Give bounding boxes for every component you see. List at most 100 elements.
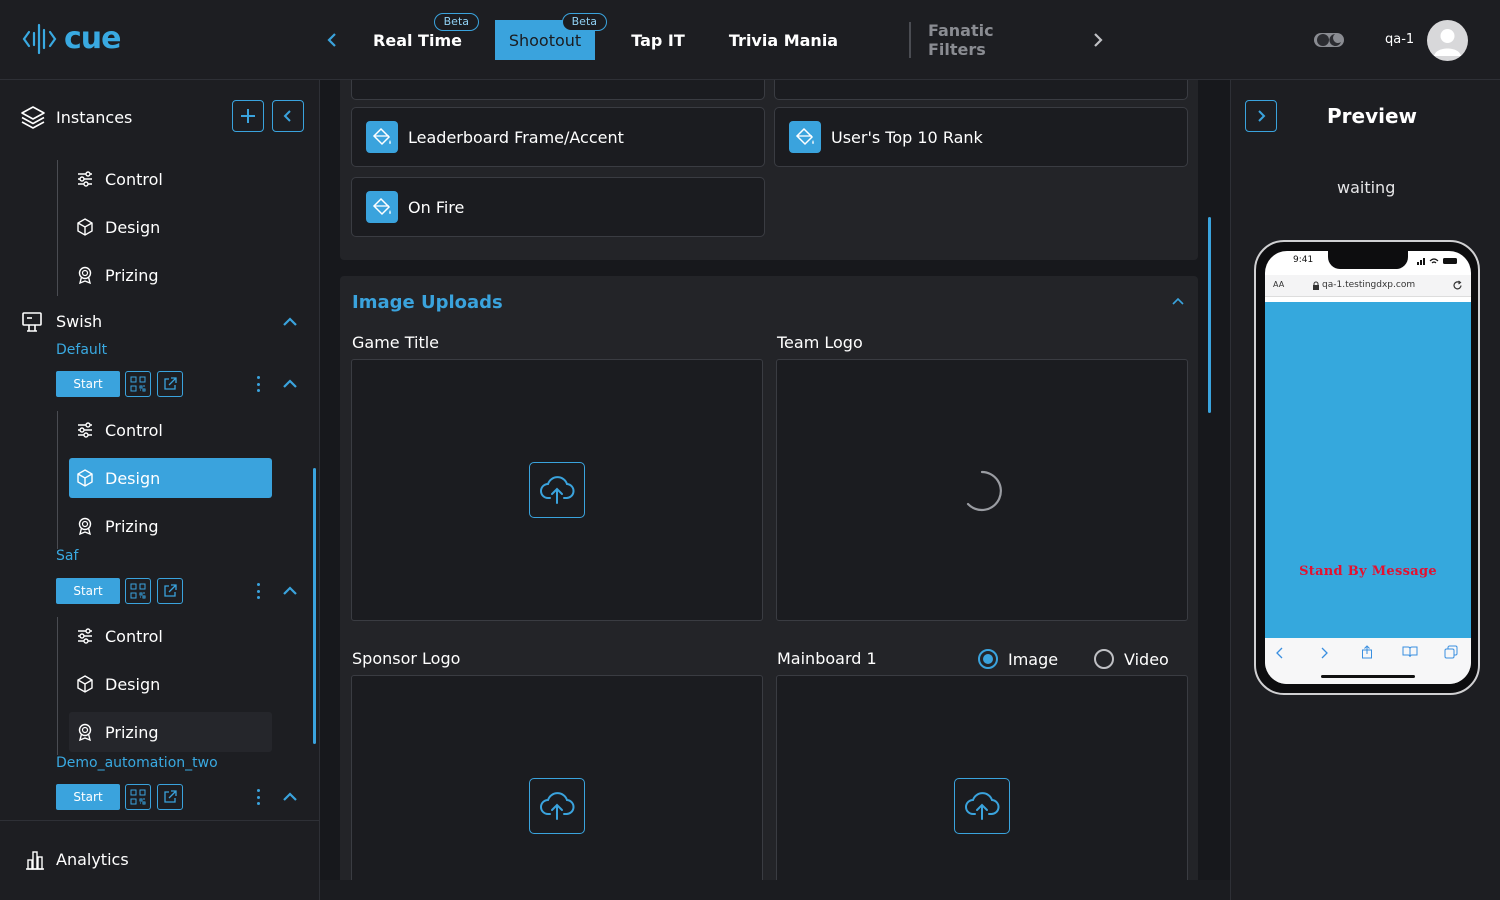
sidebar-item-prizing[interactable]: Prizing — [69, 712, 272, 752]
game-title-dropzone[interactable] — [351, 359, 763, 621]
radio-button-selected[interactable] — [978, 649, 998, 669]
cloud-upload-icon — [540, 476, 575, 504]
user-icon — [1434, 29, 1461, 56]
tab-real-time[interactable]: Real Time Beta — [370, 13, 479, 60]
more-options-button[interactable] — [252, 581, 264, 601]
game-swish[interactable]: Swish — [56, 312, 102, 331]
theme-toggle-icon — [1314, 33, 1344, 47]
sidebar-item-design[interactable]: Design — [69, 207, 272, 247]
collapse-sidebar-button[interactable] — [272, 100, 304, 132]
preview-status: waiting — [1337, 178, 1396, 197]
tab-fanatic-filters[interactable]: Fanatic Filters — [928, 20, 1056, 60]
team-logo-dropzone[interactable] — [776, 359, 1188, 621]
sidebar-item-control[interactable]: Control — [69, 410, 272, 450]
theme-toggle[interactable] — [1313, 30, 1345, 50]
asset-card-user-top-10[interactable]: User's Top 10 Rank — [774, 107, 1188, 167]
tabs-next-button[interactable] — [1086, 28, 1110, 52]
home-indicator — [1321, 675, 1415, 678]
add-instance-button[interactable] — [232, 100, 264, 132]
image-uploads-panel: Image Uploads Game Title Team Logo Spons… — [340, 276, 1198, 880]
chevron-up-icon[interactable] — [1170, 294, 1186, 310]
monitor-icon — [22, 312, 42, 332]
sidebar-item-design[interactable]: Design — [69, 458, 272, 498]
radio-image[interactable]: Image — [978, 649, 1058, 669]
field-label: Sponsor Logo — [352, 649, 461, 668]
external-link-icon — [164, 790, 177, 803]
asset-card-leaderboard-frame[interactable]: Leaderboard Frame/Accent — [351, 107, 765, 167]
forward-icon — [1321, 647, 1328, 659]
share-icon — [1362, 645, 1372, 659]
sidebar-scrollbar[interactable] — [313, 468, 316, 744]
tab-tap-it[interactable]: Tap IT — [625, 20, 691, 60]
chevron-left-icon — [327, 33, 336, 47]
sidebar-item-design[interactable]: Design — [69, 664, 272, 704]
beta-badge: Beta — [561, 13, 607, 31]
chevron-up-icon[interactable] — [281, 582, 299, 600]
cloud-upload-icon — [965, 792, 1000, 820]
upload-button[interactable] — [529, 462, 585, 518]
more-options-button[interactable] — [252, 787, 264, 807]
radio-button[interactable] — [1094, 649, 1114, 669]
instance-name-default[interactable]: Default — [56, 342, 107, 358]
instance-name-demo[interactable]: Demo_automation_two — [56, 755, 218, 771]
upload-button[interactable] — [954, 778, 1010, 834]
open-link-button[interactable] — [157, 784, 183, 810]
award-icon — [78, 266, 92, 285]
analytics-label: Analytics — [56, 850, 129, 869]
qr-code-button[interactable] — [125, 578, 151, 604]
sliders-icon — [78, 628, 92, 644]
start-button[interactable]: Start — [56, 784, 120, 810]
award-icon — [78, 517, 92, 536]
username-label[interactable]: qa-1 — [1385, 32, 1414, 47]
instance-name-saf[interactable]: Saf — [56, 548, 78, 564]
paint-bucket-icon — [372, 127, 391, 146]
design-cube-icon — [77, 469, 93, 487]
tab-shootout[interactable]: Shootout Beta — [495, 13, 607, 60]
avatar[interactable] — [1427, 20, 1468, 61]
sidebar-item-control[interactable]: Control — [69, 159, 272, 199]
start-button[interactable]: Start — [56, 578, 120, 604]
award-icon — [78, 723, 92, 742]
stand-by-message: Stand By Message — [1299, 564, 1437, 579]
sidebar-item-prizing[interactable]: Prizing — [69, 255, 272, 295]
chevron-up-icon[interactable] — [281, 313, 299, 331]
signal-wifi-battery-icon — [1417, 258, 1457, 265]
cue-logo[interactable]: cue — [22, 22, 121, 56]
sidebar-item-control[interactable]: Control — [69, 616, 272, 656]
bookmarks-icon — [1402, 646, 1418, 658]
chevron-up-icon[interactable] — [281, 788, 299, 806]
paint-bucket-icon — [372, 197, 391, 216]
asset-card-hidden[interactable] — [351, 80, 765, 100]
open-link-button[interactable] — [157, 371, 183, 397]
start-button[interactable]: Start — [56, 371, 120, 397]
text-size-label: AA — [1273, 280, 1285, 289]
section-title: Image Uploads — [352, 292, 503, 313]
asset-card-hidden[interactable] — [774, 80, 1188, 100]
qr-code-button[interactable] — [125, 371, 151, 397]
radio-video[interactable]: Video — [1094, 649, 1169, 669]
sponsor-logo-dropzone[interactable] — [351, 675, 763, 880]
expand-preview-button[interactable] — [1245, 100, 1277, 132]
open-link-button[interactable] — [157, 578, 183, 604]
loading-spinner-icon — [966, 470, 1002, 512]
tabs-prev-button[interactable] — [320, 28, 344, 52]
field-label: Game Title — [352, 333, 440, 352]
qr-code-button[interactable] — [125, 784, 151, 810]
tab-trivia-mania[interactable]: Trivia Mania — [726, 20, 841, 60]
main-content: Leaderboard Frame/Accent User's Top 10 R… — [320, 80, 1230, 880]
mainboard-dropzone[interactable] — [776, 675, 1188, 880]
assets-panel: Leaderboard Frame/Accent User's Top 10 R… — [340, 80, 1198, 260]
sliders-icon — [78, 171, 92, 187]
asset-card-on-fire[interactable]: On Fire — [351, 177, 765, 237]
upload-button[interactable] — [529, 778, 585, 834]
analytics-nav[interactable]: Analytics — [0, 820, 320, 900]
main-scrollbar[interactable] — [1208, 217, 1211, 413]
design-cube-icon — [77, 675, 93, 693]
more-options-button[interactable] — [252, 374, 264, 394]
sidebar-item-prizing[interactable]: Prizing — [69, 506, 272, 546]
qr-code-icon — [130, 583, 146, 599]
chevron-up-icon[interactable] — [281, 375, 299, 393]
sliders-icon — [78, 422, 92, 438]
design-cube-icon — [77, 218, 93, 236]
layers-icon — [21, 106, 45, 129]
